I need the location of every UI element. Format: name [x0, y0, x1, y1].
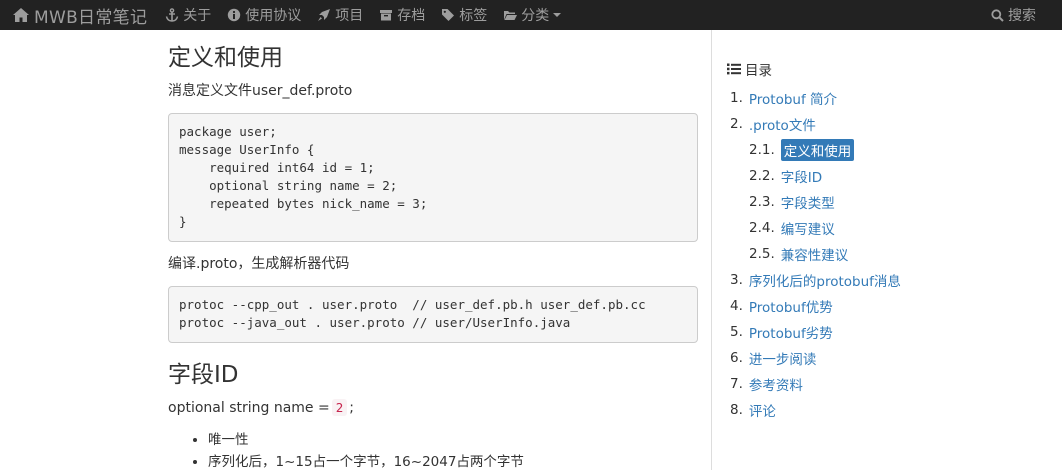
list-icon — [727, 63, 741, 75]
code-block-protoc: protoc --cpp_out . user.proto // user_de… — [168, 286, 698, 343]
toc-item-intro[interactable]: 1. Protobuf 简介 — [727, 85, 1057, 111]
chevron-down-icon — [553, 13, 562, 17]
toc-number: 1. — [730, 90, 743, 106]
toc-item-advantages[interactable]: 4. Protobuf优势 — [727, 293, 1057, 319]
field-example-suffix: ; — [349, 400, 354, 416]
tag-icon — [442, 9, 455, 21]
list-item: 唯一性 — [208, 430, 698, 450]
rocket-icon — [318, 9, 331, 21]
nav-item-tags[interactable]: 标签 — [441, 0, 487, 30]
toc-number: 5. — [730, 324, 743, 340]
section-title-field-id: 字段ID — [168, 362, 239, 388]
nav-item-archive[interactable]: 存档 — [379, 0, 425, 30]
toc-title: 目录 — [745, 63, 772, 79]
toc-number: 7. — [730, 376, 743, 392]
nav-item-terms[interactable]: 使用协议 — [227, 0, 301, 30]
toc-list: 1. Protobuf 简介 2. .proto文件 2.1. 定义和使用 2.2. 字… — [727, 85, 1057, 423]
toc-link[interactable]: Protobuf劣势 — [749, 322, 833, 342]
toc-number: 2.1. — [749, 142, 775, 158]
archive-icon — [380, 10, 393, 21]
nav-menu: 关于 使用协议 项目 存档 标签 分类 — [165, 0, 577, 30]
toc-number: 2. — [730, 116, 743, 132]
nav-item-label: 存档 — [397, 8, 426, 24]
brand-link[interactable]: MWB日常笔记 — [0, 0, 147, 30]
nav-item-label: 标签 — [459, 8, 488, 24]
toc-item-definition[interactable]: 2.1. 定义和使用 — [727, 137, 1057, 163]
toc-item-comments[interactable]: 8. 评论 — [727, 397, 1057, 423]
toc-number: 2.3. — [749, 194, 775, 210]
toc-item-field-types[interactable]: 2.3. 字段类型 — [727, 189, 1057, 215]
folder-icon — [504, 11, 518, 20]
toc-number: 4. — [730, 298, 743, 314]
toc-number: 2.5. — [749, 246, 775, 262]
paragraph-proto-file: 消息定义文件user_def.proto — [168, 83, 353, 99]
toc-number: 8. — [730, 402, 743, 418]
nav-item-label: 关于 — [183, 8, 212, 24]
paragraph-compile: 编译.proto，生成解析器代码 — [168, 256, 350, 272]
toc-item-field-id[interactable]: 2.2. 字段ID — [727, 163, 1057, 189]
anchor-icon — [166, 8, 179, 22]
toc-item-compat-tips[interactable]: 2.5. 兼容性建议 — [727, 241, 1057, 267]
home-icon — [13, 8, 29, 22]
toc-item-writing-tips[interactable]: 2.4. 编写建议 — [727, 215, 1057, 241]
toc-item-references[interactable]: 7. 参考资料 — [727, 371, 1057, 397]
toc-link[interactable]: 字段ID — [781, 166, 822, 186]
toc-link[interactable]: .proto文件 — [749, 114, 816, 134]
toc-link-active[interactable]: 定义和使用 — [780, 139, 855, 161]
toc-link[interactable]: 字段类型 — [781, 192, 835, 212]
nav-item-label: 项目 — [335, 8, 364, 24]
nav-item-about[interactable]: 关于 — [165, 0, 211, 30]
toc-link[interactable]: 参考资料 — [749, 374, 803, 394]
info-circle-icon — [228, 8, 241, 22]
article-content: 定义和使用 消息定义文件user_def.proto package user;… — [168, 30, 698, 470]
toc-link[interactable]: Protobuf优势 — [749, 296, 833, 316]
nav-item-label: 分类 — [521, 8, 550, 24]
search-icon — [991, 8, 1004, 22]
nav-item-label: 使用协议 — [245, 8, 302, 24]
nav-item-projects[interactable]: 项目 — [317, 0, 363, 30]
inline-code: 2 — [331, 399, 348, 416]
toc-number: 3. — [730, 272, 743, 288]
toc-link[interactable]: Protobuf 简介 — [749, 88, 837, 108]
table-of-contents: 目录 1. Protobuf 简介 2. .proto文件 2.1. 定义和使用 2.… — [727, 60, 1057, 423]
search-label: 搜索 — [1008, 8, 1036, 24]
toc-item-disadvantages[interactable]: 5. Protobuf劣势 — [727, 319, 1057, 345]
code-block-message: package user; message UserInfo { require… — [168, 113, 698, 242]
toc-number: 6. — [730, 350, 743, 366]
search-link[interactable]: 搜索 — [991, 0, 1036, 30]
toc-item-proto-file[interactable]: 2. .proto文件 — [727, 111, 1057, 137]
nav-item-categories[interactable]: 分类 — [503, 0, 562, 30]
list-item: 序列化后，1~15占一个字节，16~2047占两个字节 — [208, 452, 698, 470]
top-navbar: MWB日常笔记 关于 使用协议 项目 存档 标签 分类 搜索 — [0, 0, 1062, 30]
brand-title: MWB日常笔记 — [34, 7, 148, 28]
toc-link[interactable]: 兼容性建议 — [781, 244, 849, 264]
paragraph-field-example: optional string name = 2; — [168, 398, 698, 418]
sidebar-divider — [711, 30, 712, 470]
toc-link[interactable]: 编写建议 — [781, 218, 835, 238]
toc-item-further-reading[interactable]: 6. 进一步阅读 — [727, 345, 1057, 371]
toc-number: 2.4. — [749, 220, 775, 236]
toc-link[interactable]: 进一步阅读 — [749, 348, 817, 368]
section-title-definition: 定义和使用 — [168, 45, 283, 71]
bullet-list: 唯一性 序列化后，1~15占一个字节，16~2047占两个字节 — [168, 430, 698, 470]
toc-link[interactable]: 序列化后的protobuf消息 — [749, 270, 901, 290]
toc-item-serialized[interactable]: 3. 序列化后的protobuf消息 — [727, 267, 1057, 293]
field-example-text: optional string name = — [168, 400, 330, 416]
toc-link[interactable]: 评论 — [749, 400, 776, 420]
toc-number: 2.2. — [749, 168, 775, 184]
toc-header: 目录 — [727, 60, 1057, 79]
